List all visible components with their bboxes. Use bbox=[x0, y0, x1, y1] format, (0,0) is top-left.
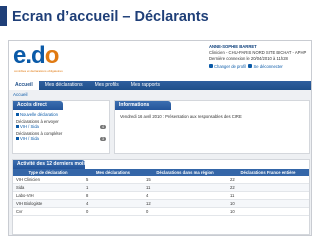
folder-icon bbox=[16, 137, 19, 140]
cell-region: 4 bbox=[143, 191, 227, 200]
table-row: Cvr 0 0 10 bbox=[13, 207, 309, 216]
cell-region: 15 bbox=[143, 175, 227, 184]
activity-title: Activité des 12 derniers mois bbox=[13, 160, 86, 169]
cell-type: VIH Biologiste bbox=[13, 199, 83, 208]
to-send-vih-sida-link[interactable]: VIH / Sida 4 bbox=[16, 124, 106, 130]
app-screenshot: e.do contrôles et déclarations obligatoi… bbox=[8, 40, 312, 236]
logout-icon bbox=[248, 64, 253, 69]
cell-mine: 5 bbox=[83, 175, 143, 184]
logout-link[interactable]: Se déconnecter bbox=[253, 64, 282, 69]
cell-type: VIH Clinicien bbox=[13, 175, 83, 184]
cell-region: 11 bbox=[143, 183, 227, 192]
folder-icon bbox=[16, 125, 19, 128]
cell-type: Sida bbox=[13, 183, 83, 192]
cell-mine: 8 bbox=[83, 191, 143, 200]
activity-panel: Activité des 12 derniers mois Type de dé… bbox=[12, 159, 310, 235]
nav-mes-profils[interactable]: Mes profils bbox=[89, 81, 125, 90]
cell-france: 10 bbox=[227, 207, 309, 216]
to-send-count-badge: 4 bbox=[100, 124, 106, 129]
logo-subtitle: contrôles et déclarations obligatoires bbox=[14, 69, 63, 73]
cell-france: 22 bbox=[227, 175, 309, 184]
last-login: Dernière connexion le 20/04/2010 à 11h28 bbox=[209, 56, 288, 62]
cell-mine: 1 bbox=[83, 183, 143, 192]
logo-text: e.do bbox=[13, 42, 59, 69]
nav-mes-rapports[interactable]: Mes rapports bbox=[125, 81, 166, 90]
cell-france: 22 bbox=[227, 183, 309, 192]
edo-logo[interactable]: e.do contrôles et déclarations obligatoi… bbox=[13, 42, 73, 77]
new-declaration-link[interactable]: Nouvelle déclaration bbox=[16, 112, 106, 118]
acces-direct-panel: Accès direct Nouvelle déclaration Déclar… bbox=[12, 100, 110, 154]
table-row: Sida 1 11 22 bbox=[13, 183, 309, 192]
app-header: e.do contrôles et déclarations obligatoi… bbox=[9, 41, 311, 81]
profile-icon bbox=[209, 64, 213, 69]
title-accent-bar bbox=[0, 6, 7, 26]
cell-france: 10 bbox=[227, 199, 309, 208]
breadcrumb[interactable]: Accueil bbox=[13, 92, 28, 97]
table-row: Labo-VIH 8 4 11 bbox=[13, 191, 309, 200]
cell-type: Labo-VIH bbox=[13, 191, 83, 200]
nav-accueil[interactable]: Accueil bbox=[9, 81, 39, 90]
new-document-icon bbox=[16, 113, 19, 116]
table-row: VIH Biologiste 4 12 10 bbox=[13, 199, 309, 208]
acces-direct-title: Accès direct bbox=[13, 101, 63, 110]
slide-title: Ecran d’accueil – Déclarants bbox=[12, 9, 209, 25]
main-nav: Accueil Mes déclarations Mes profils Mes… bbox=[9, 81, 311, 90]
cell-mine: 4 bbox=[83, 199, 143, 208]
cell-type: Cvr bbox=[13, 207, 83, 216]
user-links: Changer de profil Se déconnecter bbox=[209, 64, 309, 70]
to-complete-count-badge: 3 bbox=[100, 136, 106, 141]
table-row: VIH Clinicien 5 15 22 bbox=[13, 175, 309, 184]
informations-panel: Informations Vendredi 16 avril 2010 : Pr… bbox=[114, 100, 310, 154]
user-info-box: ANNE-SOPHIE BARRET Clinicien - CHU-PARIS… bbox=[209, 44, 309, 78]
cell-region: 12 bbox=[143, 199, 227, 208]
informations-title: Informations bbox=[115, 101, 171, 110]
information-item: Vendredi 16 avril 2010 : Présentation au… bbox=[120, 114, 242, 119]
cell-mine: 0 bbox=[83, 207, 143, 216]
to-complete-vih-sida-link[interactable]: VIH / Sida 3 bbox=[16, 136, 106, 142]
nav-mes-declarations[interactable]: Mes déclarations bbox=[39, 81, 89, 90]
activity-table: Type de déclaration Mes déclarations Déc… bbox=[13, 169, 309, 216]
cell-france: 11 bbox=[227, 191, 309, 200]
change-profile-link[interactable]: Changer de profil bbox=[214, 64, 246, 69]
cell-region: 0 bbox=[143, 207, 227, 216]
